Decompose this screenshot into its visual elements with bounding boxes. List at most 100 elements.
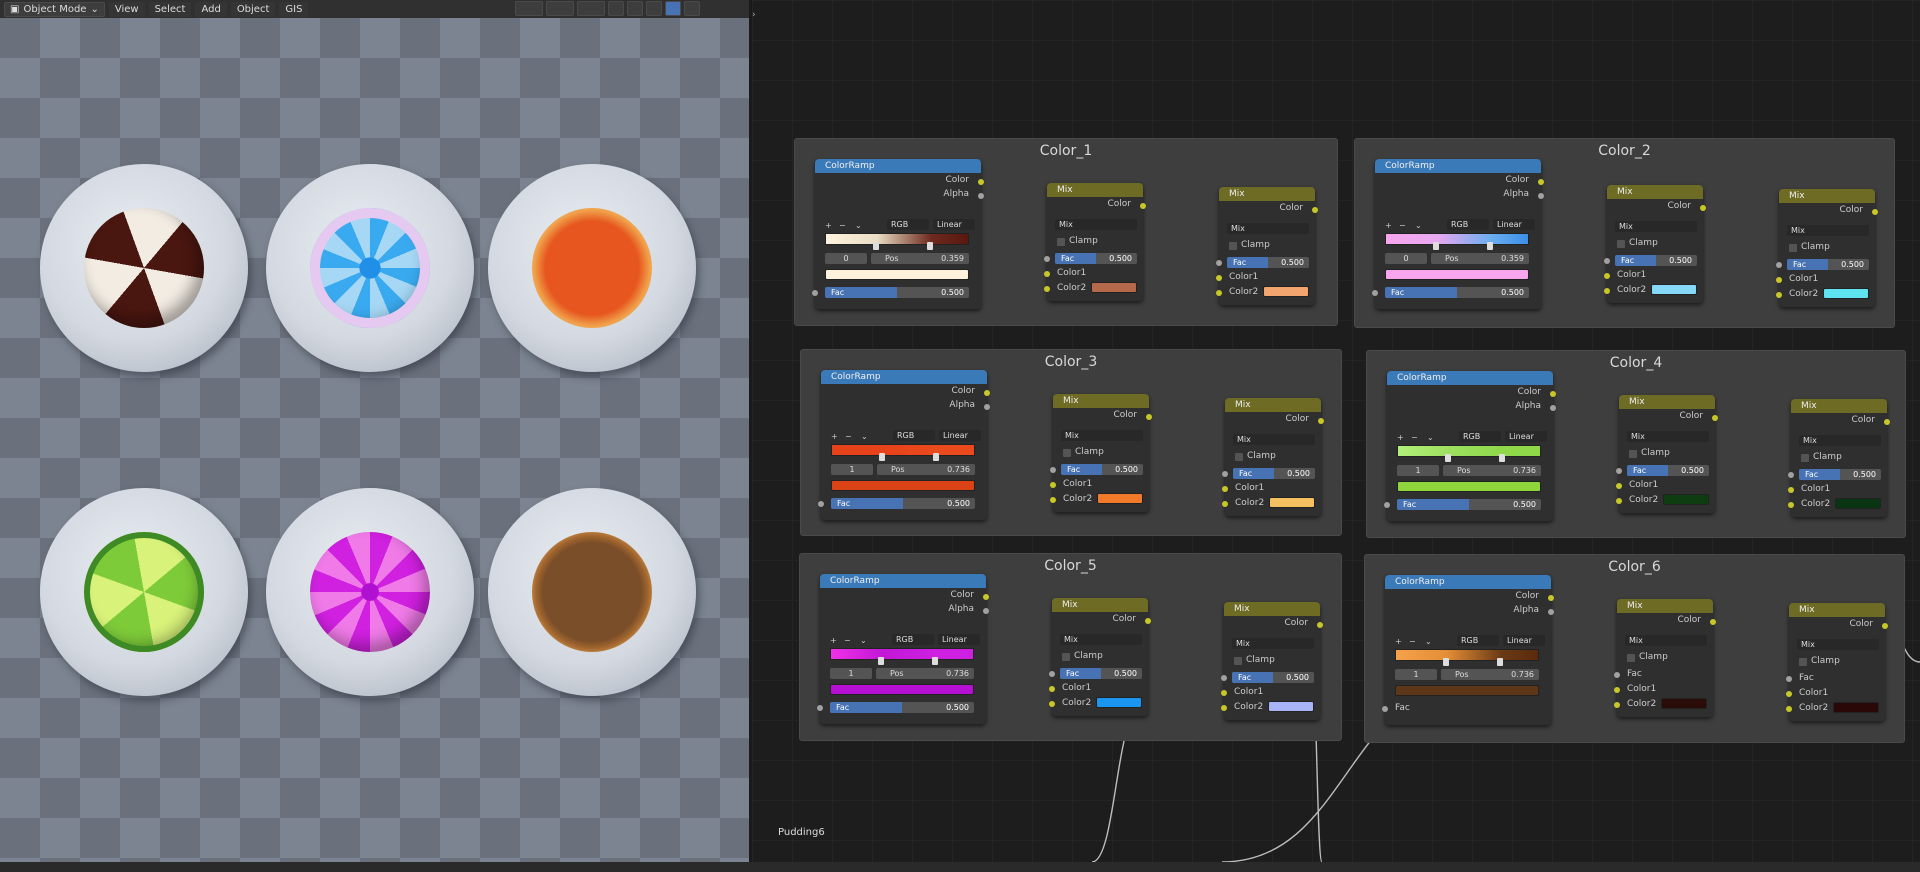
node-header[interactable]: Mix [1791,399,1887,413]
visibility-icon[interactable] [515,1,543,16]
color2-swatch[interactable] [1833,702,1879,713]
menu-object[interactable]: Object [230,1,276,17]
input-socket[interactable] [1604,258,1610,264]
output-socket[interactable] [1146,414,1152,420]
stop-color-swatch[interactable] [825,269,969,280]
input-socket[interactable] [1382,706,1388,712]
gizmo-icon[interactable] [546,1,574,16]
stop-index-field[interactable]: 0 [1385,253,1427,264]
mix-node[interactable]: Mix Color Mix Clamp Fac 0.500 Color1 Color2 [1604,185,1706,303]
clamp-checkbox[interactable] [1627,654,1635,662]
output-socket[interactable] [1548,609,1554,615]
ramp-stop-handle[interactable] [879,453,885,461]
node-header[interactable]: ColorRamp [1387,371,1553,385]
blend-type-dropdown[interactable]: Mix [1060,634,1142,645]
fac-slider[interactable]: Fac 0.500 [830,702,974,713]
ramp-menu-button[interactable]: ⌄ [861,432,868,441]
viewport-canvas[interactable] [0,18,749,862]
mix-node[interactable]: Mix Color Mix Clamp Fac 0.500 Color1 Color2 [1222,398,1324,516]
output-socket[interactable] [1145,618,1151,624]
fac-slider[interactable]: Fac 0.500 [1615,255,1697,266]
color2-swatch[interactable] [1097,493,1143,504]
mix-node[interactable]: Mix Color Mix Clamp Fac Color1 Color2 [1786,603,1888,721]
remove-stop-button[interactable]: − [845,432,852,441]
color2-swatch[interactable] [1651,284,1697,295]
node-header[interactable]: ColorRamp [820,574,986,588]
remove-stop-button[interactable]: − [1399,221,1406,230]
mode-selector[interactable]: ▣ Object Mode ⌄ [4,1,105,17]
stop-index-field[interactable]: 1 [830,668,872,679]
output-socket[interactable] [978,179,984,185]
wireframe-shading-icon[interactable] [627,1,643,16]
clamp-checkbox[interactable] [1799,658,1807,666]
clamp-checkbox[interactable] [1789,244,1797,252]
output-socket[interactable] [1312,207,1318,213]
node-header[interactable]: ColorRamp [1385,575,1551,589]
fac-slider[interactable]: Fac 0.500 [1787,259,1869,270]
color2-swatch[interactable] [1096,697,1142,708]
color-mode-dropdown[interactable]: RGB [893,430,935,441]
xray-icon[interactable] [608,1,624,16]
stop-color-swatch[interactable] [1397,481,1541,492]
output-socket[interactable] [983,608,989,614]
colorramp-node[interactable]: ColorRamp Color Alpha + − ⌄ RGB Linear 1 Pos 0.736… [818,370,990,520]
ramp-menu-button[interactable]: ⌄ [1425,637,1432,646]
color-mode-dropdown[interactable]: RGB [1457,635,1499,646]
input-socket[interactable] [1384,502,1390,508]
input-socket[interactable] [1604,288,1610,294]
interpolation-dropdown[interactable]: Linear [1503,635,1545,646]
interpolation-dropdown[interactable]: Linear [939,430,981,441]
input-socket[interactable] [1786,676,1792,682]
blend-type-dropdown[interactable]: Mix [1232,638,1314,649]
ramp-stop-handle[interactable] [927,242,933,250]
menu-add[interactable]: Add [195,1,227,17]
clamp-checkbox[interactable] [1229,242,1237,250]
ramp-stop-handle[interactable] [933,453,939,461]
input-socket[interactable] [1216,275,1222,281]
input-socket[interactable] [1044,256,1050,262]
colorramp-node[interactable]: ColorRamp Color Alpha + − ⌄ RGB Linear 1 Pos 0.736… [817,574,989,724]
interpolation-dropdown[interactable]: Linear [933,219,975,230]
color-ramp-gradient[interactable] [1395,649,1539,661]
colorramp-node[interactable]: ColorRamp Color Alpha + − ⌄ RGB Linear 0 Pos 0.359… [812,159,984,309]
plate[interactable] [266,164,474,372]
interpolation-dropdown[interactable]: Linear [938,634,980,645]
node-header[interactable]: Mix [1053,394,1149,408]
output-socket[interactable] [1550,405,1556,411]
input-socket[interactable] [1788,472,1794,478]
color-ramp-gradient[interactable] [830,648,974,660]
mix-node[interactable]: Mix Color Mix Clamp Fac 0.500 Color1 Color2 [1776,189,1878,307]
color-mode-dropdown[interactable]: RGB [887,219,929,230]
ramp-stop-handle[interactable] [1499,454,1505,462]
input-socket[interactable] [1044,271,1050,277]
ramp-stop-handle[interactable] [1497,658,1503,666]
interpolation-dropdown[interactable]: Linear [1505,431,1547,442]
plate[interactable] [488,488,696,696]
stop-position-field[interactable]: Pos 0.736 [877,464,975,475]
clamp-checkbox[interactable] [1234,657,1242,665]
output-socket[interactable] [1318,418,1324,424]
blend-type-dropdown[interactable]: Mix [1055,219,1137,230]
remove-stop-button[interactable]: − [839,221,846,230]
color2-swatch[interactable] [1661,698,1707,709]
blend-type-dropdown[interactable]: Mix [1615,221,1697,232]
output-socket[interactable] [1882,623,1888,629]
blend-type-dropdown[interactable]: Mix [1233,434,1315,445]
input-socket[interactable] [1221,705,1227,711]
color2-swatch[interactable] [1663,494,1709,505]
menu-select[interactable]: Select [148,1,192,17]
color-ramp-gradient[interactable] [825,233,969,245]
mix-node[interactable]: Mix Color Mix Clamp Fac 0.500 Color1 Color2 [1044,183,1146,301]
material-shading-icon[interactable] [665,1,681,16]
input-socket[interactable] [1776,277,1782,283]
node-header[interactable]: Mix [1619,395,1715,409]
color-ramp-gradient[interactable] [831,444,975,456]
input-socket[interactable] [1222,501,1228,507]
input-socket[interactable] [1050,482,1056,488]
node-header[interactable]: ColorRamp [1375,159,1541,173]
clamp-checkbox[interactable] [1801,454,1809,462]
clamp-checkbox[interactable] [1617,240,1625,248]
mix-node[interactable]: Mix Color Mix Clamp Fac 0.500 Color1 Color2 [1049,598,1151,716]
colorramp-node[interactable]: ColorRamp Color Alpha + − ⌄ RGB Linear 1 Pos 0.736… [1384,371,1556,521]
ramp-stop-handle[interactable] [1443,658,1449,666]
